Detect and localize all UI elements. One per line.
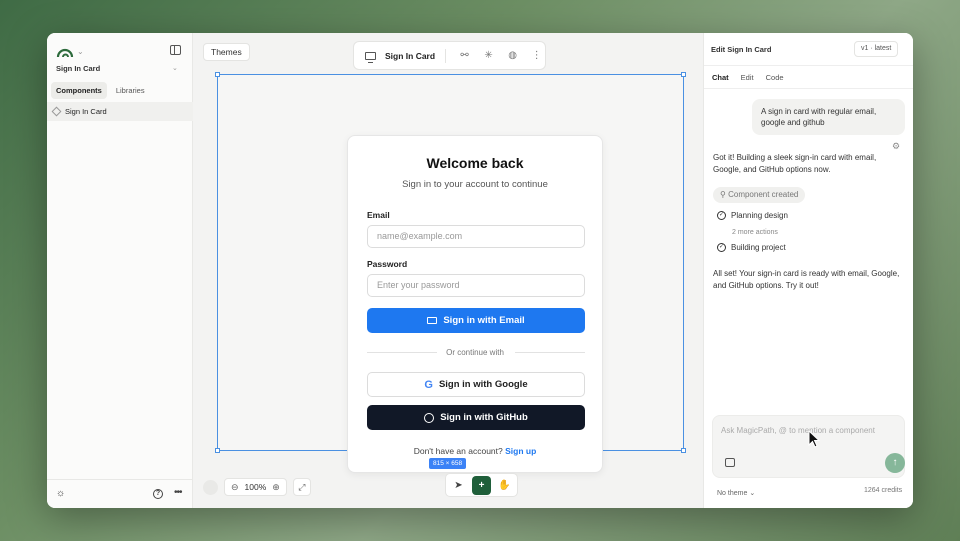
signup-row: Don't have an account? Sign up <box>348 446 602 456</box>
preview-frame[interactable]: Welcome back Sign in to your account to … <box>215 72 686 473</box>
left-sidebar: ⌄ Sign In Card ⌄ Components Libraries Si… <box>47 33 193 508</box>
password-field[interactable]: Enter your password <box>367 274 585 297</box>
zoom-out-icon[interactable]: ⊖ <box>231 482 239 493</box>
assistant-message: All set! Your sign-in card is ready with… <box>713 269 900 290</box>
more-vertical-icon[interactable]: ⋮ <box>531 50 542 61</box>
canvas-tools: ➤ + ✋ <box>445 473 518 497</box>
component-icon <box>51 106 62 117</box>
link-icon[interactable]: ⚯ <box>459 50 470 61</box>
resize-handle[interactable] <box>681 72 686 77</box>
user-message: A sign in card with regular email, googl… <box>752 99 905 135</box>
panel-title: Edit Sign In Card <box>711 45 772 54</box>
tab-code[interactable]: Code <box>761 70 789 85</box>
email-label: Email <box>367 210 390 220</box>
image-icon[interactable] <box>725 458 735 467</box>
gear-icon[interactable]: ⚙ <box>892 141 900 152</box>
signup-prompt: Don't have an account? <box>413 446 503 456</box>
sidebar-item-sign-in-card[interactable]: Sign In Card <box>47 102 193 121</box>
card-subtitle: Sign in to your account to continue <box>402 179 548 190</box>
chevron-down-icon: ⌄ <box>749 490 756 497</box>
step-item: ✓ Planning design <box>717 211 788 220</box>
divider-right <box>515 352 585 353</box>
panel-tabs: Chat Edit Code <box>704 65 913 89</box>
divider <box>445 48 447 63</box>
more-actions[interactable]: 2 more actions <box>732 229 778 236</box>
check-icon: ✓ <box>717 211 726 220</box>
logo-icon[interactable] <box>56 44 74 58</box>
wrench-icon: ⚲ <box>720 190 729 199</box>
step-label: Building project <box>731 243 786 252</box>
select-tool-icon[interactable]: ➤ <box>449 476 468 495</box>
zoom-controls: ⊖ 100% ⊕ ⤢ <box>203 478 311 496</box>
card-title: Welcome back <box>426 155 524 171</box>
tab-edit[interactable]: Edit <box>736 70 759 85</box>
chevron-down-icon[interactable]: ⌄ <box>77 47 84 56</box>
sign-in-email-button[interactable]: Sign in with Email <box>367 308 585 333</box>
mail-icon <box>427 317 438 324</box>
zoom-in-icon[interactable]: ⊕ <box>272 482 280 493</box>
chat-input-placeholder: Ask MagicPath, @ to mention a component <box>721 426 875 435</box>
toolbar-title: Sign In Card <box>385 50 436 61</box>
preview-toolbar: Sign In Card ⚯ ✳ ◍ ⋮ <box>353 41 546 70</box>
chip-label: Component created <box>728 190 799 199</box>
sign-in-google-label: Sign in with Google <box>438 379 528 390</box>
assistant-message: Got it! Building a sleek sign-in card wi… <box>713 153 877 174</box>
loading-icon[interactable]: ✳ <box>483 50 494 61</box>
email-field[interactable]: name@example.com <box>367 225 585 248</box>
color-toggle-button[interactable] <box>203 479 218 495</box>
chevron-down-icon[interactable]: ⌄ <box>172 64 178 72</box>
more-icon[interactable]: ••• <box>174 487 182 498</box>
sidebar-footer: ☼ ? ••• <box>47 479 193 508</box>
hand-tool-icon[interactable]: ✋ <box>495 476 514 495</box>
size-badge: 815 × 658 <box>429 458 467 469</box>
canvas: Themes Sign In Card ⚯ ✳ ◍ ⋮ Welcome back… <box>193 33 703 508</box>
resize-handle[interactable] <box>215 72 220 77</box>
globe-icon[interactable]: ◍ <box>507 50 518 61</box>
version-select[interactable]: v1 · latest <box>854 41 899 57</box>
component-created-chip[interactable]: ⚲ Component created <box>713 187 806 203</box>
themes-button[interactable]: Themes <box>203 43 250 61</box>
theme-select[interactable]: No theme ⌄ <box>717 489 755 497</box>
resize-handle[interactable] <box>681 448 686 453</box>
theme-label: No theme <box>717 490 748 497</box>
expand-icon[interactable]: ⤢ <box>292 478 311 496</box>
sidebar-toggle-icon[interactable] <box>170 45 181 55</box>
theme-sun-icon[interactable]: ☼ <box>56 489 65 499</box>
send-button[interactable]: ↑ <box>885 453 905 473</box>
sidebar-tabs: Components Libraries <box>51 82 150 99</box>
sign-in-github-label: Sign in with GitHub <box>440 412 528 423</box>
signup-link[interactable]: Sign up <box>505 446 536 456</box>
password-label: Password <box>367 259 408 269</box>
mouse-cursor-icon <box>808 430 820 448</box>
sign-in-email-label: Sign in with Email <box>443 315 525 326</box>
sign-in-card: Welcome back Sign in to your account to … <box>347 135 603 473</box>
tab-libraries[interactable]: Libraries <box>111 82 150 99</box>
check-icon: ✓ <box>717 243 726 252</box>
credits: 1264 credits <box>864 487 903 494</box>
help-icon[interactable]: ? <box>153 489 163 499</box>
monitor-icon[interactable] <box>365 51 376 63</box>
google-icon: G <box>424 378 433 391</box>
add-tool-icon[interactable]: + <box>472 475 491 495</box>
zoom-box: ⊖ 100% ⊕ <box>224 478 287 496</box>
tab-components[interactable]: Components <box>51 82 107 99</box>
project-name[interactable]: Sign In Card <box>56 64 100 73</box>
app-window: ⌄ Sign In Card ⌄ Components Libraries Si… <box>47 33 913 508</box>
step-label: Planning design <box>731 211 788 220</box>
zoom-level[interactable]: 100% <box>245 482 267 492</box>
tab-chat[interactable]: Chat <box>707 70 734 85</box>
github-icon <box>424 412 435 423</box>
step-item: ✓ Building project <box>717 243 786 252</box>
sign-in-google-button[interactable]: G Sign in with Google <box>367 372 585 397</box>
sign-in-github-button[interactable]: Sign in with GitHub <box>367 405 585 430</box>
resize-handle[interactable] <box>215 448 220 453</box>
sidebar-item-label: Sign In Card <box>65 107 107 116</box>
